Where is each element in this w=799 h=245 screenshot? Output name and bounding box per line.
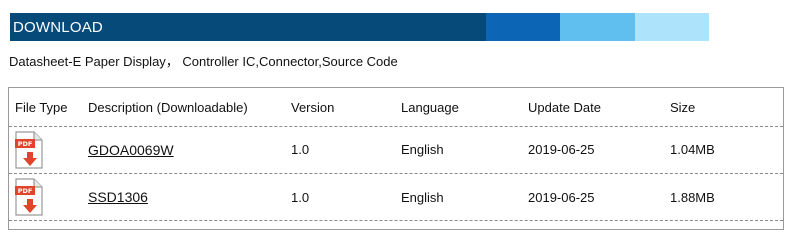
size-cell: 1.88MB [670,189,715,205]
table-row: PDF GDOA0069W 1.0 English 2019-06-25 1.0… [9,126,783,174]
section-subtitle: Datasheet-E Paper Display， Controller IC… [9,54,398,69]
banner-accent-dark [486,13,560,41]
header-version: Version [291,99,335,115]
pdf-file-icon[interactable]: PDF [15,130,43,169]
table-header-row: File Type Description (Downloadable) Ver… [9,88,783,127]
size-cell: 1.04MB [670,142,715,157]
svg-text:PDF: PDF [18,140,33,148]
banner-accent-light [635,13,709,41]
banner-accent-mid [560,13,635,41]
description-cell: SSD1306 [88,174,148,220]
table-row: PDF SSD1306 1.0 English 2019-06-25 1.88M… [9,174,783,221]
file-type-cell: PDF [15,126,43,173]
download-link[interactable]: GDOA0069W [88,142,174,158]
banner-title-bar: DOWNLOAD [10,13,486,41]
download-banner: DOWNLOAD [10,13,709,41]
file-type-cell: PDF [15,174,43,220]
version-cell: 1.0 [291,189,310,205]
header-language: Language [401,99,459,115]
header-description: Description (Downloadable) [88,99,248,115]
update-date-cell: 2019-06-25 [528,142,595,157]
language-cell: English [401,142,444,157]
header-update-date: Update Date [528,99,601,115]
update-date-cell: 2019-06-25 [528,189,595,205]
language-cell: English [401,189,444,205]
description-cell: GDOA0069W [88,126,174,173]
downloads-table: File Type Description (Downloadable) Ver… [8,87,784,230]
banner-title: DOWNLOAD [13,18,103,36]
download-link[interactable]: SSD1306 [88,189,148,205]
header-file-type: File Type [15,99,68,115]
svg-text:PDF: PDF [18,187,33,195]
header-size: Size [670,99,696,115]
pdf-file-icon[interactable]: PDF [15,178,43,216]
version-cell: 1.0 [291,142,310,157]
